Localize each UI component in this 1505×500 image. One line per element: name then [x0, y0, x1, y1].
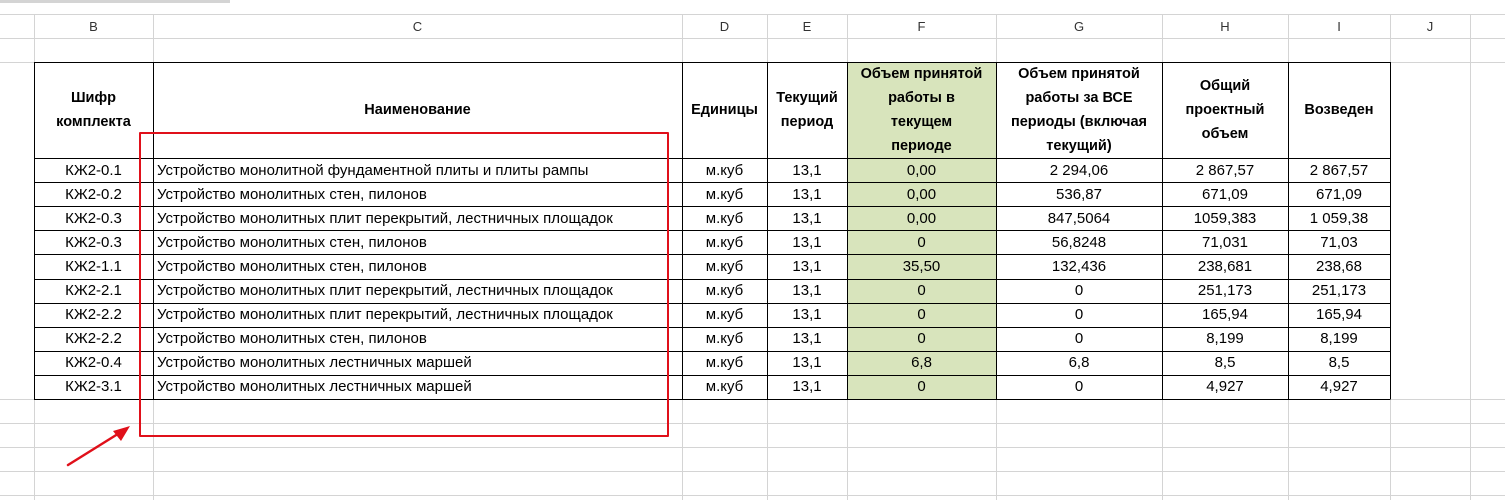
spreadsheet-area[interactable]: BCDEFGHIJ Шифр комплекта Наименование Един…	[0, 0, 1505, 500]
annotation-arrow-icon	[66, 426, 130, 467]
